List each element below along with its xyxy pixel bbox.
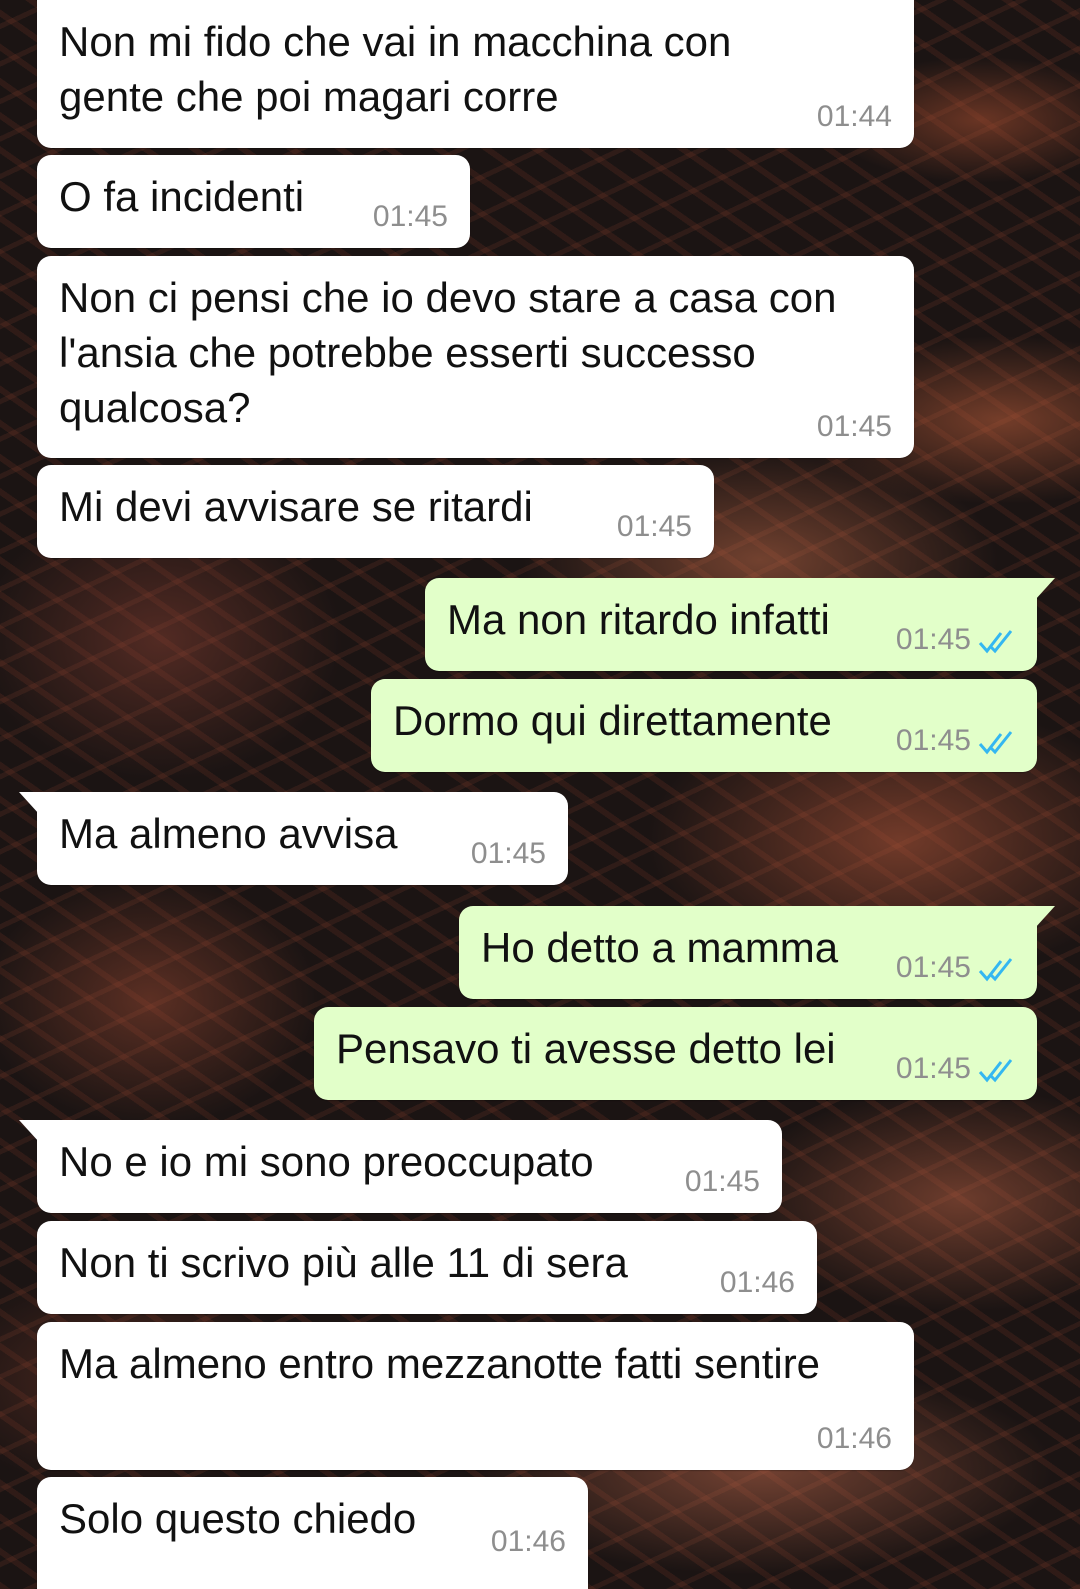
bubble-tail	[1035, 578, 1055, 600]
double-check-read-icon	[978, 630, 1013, 654]
message-bubble-outgoing[interactable]: Ho detto a mamma 01:45	[459, 906, 1055, 999]
message-bubble-incoming[interactable]: Solo questo chiedo 01:46	[37, 1477, 588, 1589]
message-time: 01:45	[816, 410, 892, 443]
message-text: Non mi fido che vai in macchina con gent…	[59, 18, 732, 120]
message-text: Mi devi avvisare se ritardi	[59, 483, 533, 530]
message-time: 01:46	[719, 1266, 795, 1299]
message-bubble-incoming[interactable]: Ma almeno entro mezzanotte fatti sentire…	[37, 1322, 914, 1470]
message-time: 01:45	[470, 837, 546, 870]
message-bubble-incoming[interactable]: Non ci pensi che io devo stare a casa co…	[37, 256, 914, 458]
message-bubble-outgoing[interactable]: Dormo qui direttamente 01:45	[371, 679, 1037, 772]
double-check-read-icon	[978, 958, 1013, 982]
message-time: 01:46	[490, 1525, 566, 1558]
message-bubble-incoming[interactable]: No e io mi sono preoccupato 01:45	[19, 1120, 782, 1213]
double-check-read-icon	[978, 731, 1013, 755]
message-text: Non ti scrivo più alle 11 di sera	[59, 1239, 628, 1286]
message-time: 01:44	[816, 100, 892, 133]
message-time: 01:45	[895, 724, 971, 757]
bubble-tail	[19, 792, 39, 814]
bubble-tail	[19, 1120, 39, 1142]
message-bubble-incoming[interactable]: Non ti scrivo più alle 11 di sera 01:46	[37, 1221, 817, 1314]
message-text: No e io mi sono preoccupato	[59, 1138, 594, 1185]
message-text: Non ci pensi che io devo stare a casa co…	[59, 274, 837, 431]
message-text: Ma almeno entro mezzanotte fatti sentire	[59, 1340, 821, 1387]
message-time: 01:45	[895, 951, 971, 984]
message-time: 01:45	[616, 510, 692, 543]
message-time: 01:45	[895, 623, 971, 656]
message-time: 01:46	[816, 1422, 892, 1455]
message-bubble-incoming[interactable]: Ma almeno avvisa 01:45	[19, 792, 568, 885]
message-bubble-incoming[interactable]: O fa incidenti 01:45	[37, 155, 470, 248]
message-time: 01:45	[372, 200, 448, 233]
message-bubble-incoming[interactable]: Mi devi avvisare se ritardi 01:45	[37, 465, 714, 558]
bubble-tail	[1035, 906, 1055, 928]
message-bubble-outgoing[interactable]: Ma non ritardo infatti 01:45	[425, 578, 1055, 671]
message-bubble-incoming[interactable]: Non mi fido che vai in macchina con gent…	[37, 0, 914, 148]
message-time: 01:45	[684, 1165, 760, 1198]
message-time: 01:45	[895, 1052, 971, 1085]
message-bubble-outgoing[interactable]: Pensavo ti avesse detto lei 01:45	[314, 1007, 1037, 1100]
double-check-read-icon	[978, 1059, 1013, 1083]
chat-messages-area[interactable]: Non mi fido che vai in macchina con gent…	[0, 0, 1080, 1589]
